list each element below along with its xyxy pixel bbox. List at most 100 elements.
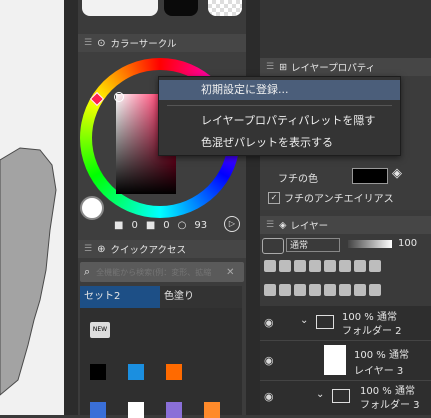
layer-line1: 100 % 通常: [354, 350, 409, 361]
layer-line1: 100 % 通常: [342, 312, 397, 323]
layer-toolbar-2: [264, 284, 429, 299]
context-menu: 初期設定に登録... レイヤープロパティパレットを隠す 色混ぜパレットを表示する: [158, 76, 401, 156]
panel-divider: [246, 0, 260, 415]
eye-icon[interactable]: ◉: [264, 354, 274, 367]
layer-property-header: ☰ ⊞ レイヤープロパティ: [260, 58, 431, 76]
layer-line2: レイヤー 3: [354, 366, 404, 377]
canvas-divider: [64, 0, 78, 415]
grip-icon[interactable]: ☰: [266, 62, 274, 72]
layer-line1: 100 % 通常: [360, 386, 415, 397]
layer-header: ☰ ◈ レイヤー: [260, 216, 431, 234]
search-icon: ⌕: [84, 265, 91, 278]
quick-access-content: NEW: [80, 308, 242, 418]
search-input[interactable]: [94, 266, 227, 278]
tool-pen-orange-icon[interactable]: [204, 402, 220, 418]
grip-icon[interactable]: ☰: [84, 38, 92, 48]
mask-icon[interactable]: [324, 260, 336, 272]
clip-icon[interactable]: [279, 260, 291, 272]
layer-thumbnail: [324, 345, 346, 375]
color-circle-title: カラーサークル: [110, 39, 177, 50]
readout-s: 0: [163, 220, 170, 231]
color-circle-header: ☰ ⊙ カラーサークル: [78, 34, 246, 52]
layer-line2: フォルダー 2: [342, 326, 402, 337]
antialias-checkbox[interactable]: ✓: [268, 192, 280, 204]
current-color-indicator[interactable]: [80, 196, 104, 220]
folder-icon: [316, 315, 334, 329]
layer-toolbar-1: [264, 260, 429, 275]
new-folder-icon[interactable]: [294, 284, 306, 296]
menu-separator: [167, 105, 392, 106]
readout-h: 0: [131, 220, 138, 231]
layer-row-folder2[interactable]: ◉ ⌄ 100 % 通常 フォルダー 2: [260, 306, 431, 341]
quick-access-icon: ⊕: [97, 243, 106, 255]
main-color-chip[interactable]: [82, 0, 158, 16]
sv-marker[interactable]: [114, 92, 124, 102]
color-circle-icon: ⊙: [97, 37, 106, 49]
layer-icon: ◈: [279, 219, 287, 231]
antialias-label: フチのアンチエイリアス: [284, 194, 394, 205]
transfer-icon[interactable]: [309, 284, 321, 296]
tab-coloring[interactable]: 色塗り: [160, 286, 242, 308]
combine-icon[interactable]: [324, 284, 336, 296]
new-raster-icon[interactable]: [264, 284, 276, 296]
clear-search-icon[interactable]: ✕: [226, 267, 234, 278]
eye-icon[interactable]: ◉: [264, 316, 274, 329]
new-badge-icon[interactable]: NEW: [90, 322, 110, 338]
ruler-icon[interactable]: [339, 260, 351, 272]
readout-icon-s: ■: [145, 220, 156, 231]
hsv-readout: ■ 0 ■ 0 ○ 93: [114, 220, 207, 231]
chevron-down-icon[interactable]: ⌄: [316, 389, 324, 400]
ref-icon[interactable]: [294, 260, 306, 272]
grip-icon[interactable]: ☰: [84, 244, 92, 254]
sub-color-chip[interactable]: [164, 0, 198, 16]
right-palette-column: ☰ ⊞ レイヤープロパティ フチの色 ◈ ✓ フチのアンチエイリアス ☰ ◈ レ…: [260, 0, 431, 415]
quick-access-header: ☰ ⊕ クイックアクセス: [78, 240, 246, 258]
top-empty-panel: [260, 0, 431, 58]
layer-color-toggle[interactable]: [262, 238, 284, 254]
tool-pen-white-icon[interactable]: [128, 402, 144, 418]
swatch-orange[interactable]: [166, 364, 182, 380]
transparent-color-chip[interactable]: [208, 0, 242, 16]
canvas-artwork: [0, 147, 57, 396]
mask-apply-icon[interactable]: [354, 284, 366, 296]
readout-icon-v: ○: [177, 220, 187, 231]
tab-set2[interactable]: セット2: [80, 286, 160, 308]
layer-row-folder3[interactable]: ◉ ⌄ 100 % 通常 フォルダー 3: [260, 380, 431, 415]
menu-item-register-default[interactable]: 初期設定に登録...: [159, 80, 400, 100]
blend-mode-select[interactable]: 通常: [286, 238, 340, 252]
lock-icon[interactable]: [264, 260, 276, 272]
delete-layer-icon[interactable]: [369, 284, 381, 296]
swatch-black[interactable]: [90, 364, 106, 380]
menu-item-show-color-mixing[interactable]: 色混ぜパレットを表示する: [159, 133, 400, 153]
swatch-blue[interactable]: [128, 364, 144, 380]
grip-icon[interactable]: ☰: [266, 220, 274, 230]
layer-property-title: レイヤープロパティ: [291, 63, 376, 74]
quick-access-title: クイックアクセス: [110, 245, 186, 256]
layer-panel: ☰ ◈ レイヤー 通常 100 ◉ ⌄ 100 % 通常 フォルダー 2 ◉ 1…: [260, 216, 431, 415]
layer-list: ◉ ⌄ 100 % 通常 フォルダー 2 ◉ 100 % 通常 レイヤー 3 ◉…: [260, 306, 431, 415]
layer-row-layer3[interactable]: ◉ 100 % 通常 レイヤー 3: [260, 340, 431, 381]
layer-line2: フォルダー 3: [360, 400, 420, 411]
opacity-slider[interactable]: [348, 240, 392, 248]
chevron-down-icon[interactable]: ⌄: [300, 315, 308, 326]
draft-icon[interactable]: [354, 260, 366, 272]
search-bar[interactable]: ⌕ ✕: [80, 262, 244, 282]
opacity-value: 100: [398, 238, 418, 249]
new-vector-icon[interactable]: [279, 284, 291, 296]
eye-icon[interactable]: ◉: [264, 390, 274, 403]
tool-pen-purple-icon[interactable]: [166, 402, 182, 418]
fill-bucket-icon[interactable]: ◈: [392, 166, 402, 181]
border-color-label: フチの色: [278, 174, 318, 185]
border-color-swatch[interactable]: [352, 168, 388, 184]
lock-alpha-icon[interactable]: [309, 260, 321, 272]
color-mode-toggle-icon[interactable]: ▷: [224, 216, 240, 232]
layer-property-icon: ⊞: [279, 61, 288, 73]
tool-pen-blue-icon[interactable]: [90, 402, 106, 418]
mask-add-icon[interactable]: [339, 284, 351, 296]
quick-access-panel: ☰ ⊕ クイックアクセス ⌕ ✕ セット2 色塗り NEW: [78, 240, 246, 418]
readout-icon-h: ■: [114, 220, 124, 231]
menu-item-hide-layer-property[interactable]: レイヤープロパティパレットを隠す: [159, 111, 400, 131]
left-palette-column: ☰ ⊙ カラーサークル ■ 0 ■ 0 ○ 93 ▷ ☰ ⊕ クイックアクセス …: [78, 0, 246, 418]
drawing-canvas[interactable]: [0, 0, 64, 415]
link-icon[interactable]: [369, 260, 381, 272]
